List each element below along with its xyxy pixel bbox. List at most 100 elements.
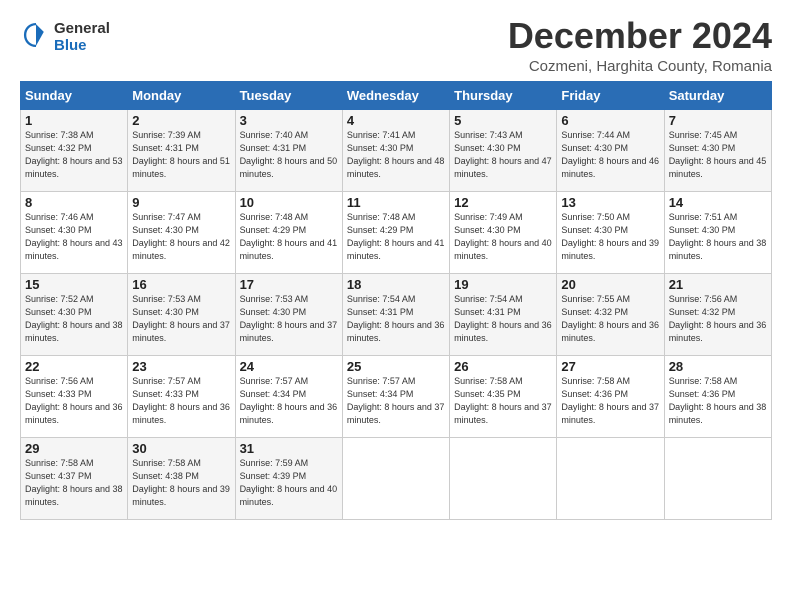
day-cell: 28 Sunrise: 7:58 AMSunset: 4:36 PMDaylig… bbox=[664, 355, 771, 437]
day-detail: Sunrise: 7:47 AMSunset: 4:30 PMDaylight:… bbox=[132, 211, 230, 263]
day-cell: 10 Sunrise: 7:48 AMSunset: 4:29 PMDaylig… bbox=[235, 191, 342, 273]
day-detail: Sunrise: 7:45 AMSunset: 4:30 PMDaylight:… bbox=[669, 129, 767, 181]
day-number: 31 bbox=[240, 441, 338, 456]
day-number: 7 bbox=[669, 113, 767, 128]
day-detail: Sunrise: 7:53 AMSunset: 4:30 PMDaylight:… bbox=[132, 293, 230, 345]
col-wednesday: Wednesday bbox=[342, 81, 449, 109]
header-row: Sunday Monday Tuesday Wednesday Thursday… bbox=[21, 81, 772, 109]
logo-icon bbox=[22, 21, 50, 49]
week-row-5: 29 Sunrise: 7:58 AMSunset: 4:37 PMDaylig… bbox=[21, 437, 772, 519]
day-detail: Sunrise: 7:53 AMSunset: 4:30 PMDaylight:… bbox=[240, 293, 338, 345]
day-cell: 25 Sunrise: 7:57 AMSunset: 4:34 PMDaylig… bbox=[342, 355, 449, 437]
day-cell: 21 Sunrise: 7:56 AMSunset: 4:32 PMDaylig… bbox=[664, 273, 771, 355]
day-detail: Sunrise: 7:57 AMSunset: 4:34 PMDaylight:… bbox=[347, 375, 445, 427]
calendar-title: December 2024 bbox=[508, 16, 772, 56]
header: General Blue December 2024 Cozmeni, Harg… bbox=[20, 16, 772, 75]
day-cell bbox=[557, 437, 664, 519]
day-cell: 24 Sunrise: 7:57 AMSunset: 4:34 PMDaylig… bbox=[235, 355, 342, 437]
col-thursday: Thursday bbox=[450, 81, 557, 109]
day-cell: 1 Sunrise: 7:38 AMSunset: 4:32 PMDayligh… bbox=[21, 109, 128, 191]
calendar-table: Sunday Monday Tuesday Wednesday Thursday… bbox=[20, 81, 772, 520]
day-detail: Sunrise: 7:57 AMSunset: 4:33 PMDaylight:… bbox=[132, 375, 230, 427]
day-cell: 19 Sunrise: 7:54 AMSunset: 4:31 PMDaylig… bbox=[450, 273, 557, 355]
day-number: 9 bbox=[132, 195, 230, 210]
day-cell: 26 Sunrise: 7:58 AMSunset: 4:35 PMDaylig… bbox=[450, 355, 557, 437]
col-tuesday: Tuesday bbox=[235, 81, 342, 109]
day-cell: 2 Sunrise: 7:39 AMSunset: 4:31 PMDayligh… bbox=[128, 109, 235, 191]
calendar-page: General Blue December 2024 Cozmeni, Harg… bbox=[0, 0, 792, 612]
day-detail: Sunrise: 7:41 AMSunset: 4:30 PMDaylight:… bbox=[347, 129, 445, 181]
day-cell: 8 Sunrise: 7:46 AMSunset: 4:30 PMDayligh… bbox=[21, 191, 128, 273]
logo-line2: Blue bbox=[54, 37, 110, 54]
day-number: 15 bbox=[25, 277, 123, 292]
day-detail: Sunrise: 7:58 AMSunset: 4:35 PMDaylight:… bbox=[454, 375, 552, 427]
day-cell: 11 Sunrise: 7:48 AMSunset: 4:29 PMDaylig… bbox=[342, 191, 449, 273]
day-cell: 12 Sunrise: 7:49 AMSunset: 4:30 PMDaylig… bbox=[450, 191, 557, 273]
day-number: 25 bbox=[347, 359, 445, 374]
day-number: 30 bbox=[132, 441, 230, 456]
day-cell: 23 Sunrise: 7:57 AMSunset: 4:33 PMDaylig… bbox=[128, 355, 235, 437]
day-number: 6 bbox=[561, 113, 659, 128]
day-number: 5 bbox=[454, 113, 552, 128]
day-number: 2 bbox=[132, 113, 230, 128]
day-detail: Sunrise: 7:54 AMSunset: 4:31 PMDaylight:… bbox=[454, 293, 552, 345]
week-row-1: 1 Sunrise: 7:38 AMSunset: 4:32 PMDayligh… bbox=[21, 109, 772, 191]
day-number: 27 bbox=[561, 359, 659, 374]
day-cell: 16 Sunrise: 7:53 AMSunset: 4:30 PMDaylig… bbox=[128, 273, 235, 355]
day-number: 21 bbox=[669, 277, 767, 292]
day-detail: Sunrise: 7:40 AMSunset: 4:31 PMDaylight:… bbox=[240, 129, 338, 181]
day-number: 22 bbox=[25, 359, 123, 374]
day-cell: 29 Sunrise: 7:58 AMSunset: 4:37 PMDaylig… bbox=[21, 437, 128, 519]
day-number: 24 bbox=[240, 359, 338, 374]
day-number: 20 bbox=[561, 277, 659, 292]
col-sunday: Sunday bbox=[21, 81, 128, 109]
day-detail: Sunrise: 7:55 AMSunset: 4:32 PMDaylight:… bbox=[561, 293, 659, 345]
day-cell: 30 Sunrise: 7:58 AMSunset: 4:38 PMDaylig… bbox=[128, 437, 235, 519]
col-monday: Monday bbox=[128, 81, 235, 109]
day-number: 8 bbox=[25, 195, 123, 210]
day-number: 3 bbox=[240, 113, 338, 128]
day-detail: Sunrise: 7:58 AMSunset: 4:36 PMDaylight:… bbox=[669, 375, 767, 427]
day-detail: Sunrise: 7:38 AMSunset: 4:32 PMDaylight:… bbox=[25, 129, 123, 181]
day-cell: 17 Sunrise: 7:53 AMSunset: 4:30 PMDaylig… bbox=[235, 273, 342, 355]
day-detail: Sunrise: 7:49 AMSunset: 4:30 PMDaylight:… bbox=[454, 211, 552, 263]
day-detail: Sunrise: 7:58 AMSunset: 4:38 PMDaylight:… bbox=[132, 457, 230, 509]
day-number: 28 bbox=[669, 359, 767, 374]
day-detail: Sunrise: 7:58 AMSunset: 4:36 PMDaylight:… bbox=[561, 375, 659, 427]
day-detail: Sunrise: 7:56 AMSunset: 4:33 PMDaylight:… bbox=[25, 375, 123, 427]
day-detail: Sunrise: 7:52 AMSunset: 4:30 PMDaylight:… bbox=[25, 293, 123, 345]
day-cell: 15 Sunrise: 7:52 AMSunset: 4:30 PMDaylig… bbox=[21, 273, 128, 355]
day-number: 12 bbox=[454, 195, 552, 210]
day-detail: Sunrise: 7:58 AMSunset: 4:37 PMDaylight:… bbox=[25, 457, 123, 509]
day-detail: Sunrise: 7:50 AMSunset: 4:30 PMDaylight:… bbox=[561, 211, 659, 263]
day-detail: Sunrise: 7:51 AMSunset: 4:30 PMDaylight:… bbox=[669, 211, 767, 263]
day-number: 4 bbox=[347, 113, 445, 128]
week-row-4: 22 Sunrise: 7:56 AMSunset: 4:33 PMDaylig… bbox=[21, 355, 772, 437]
week-row-2: 8 Sunrise: 7:46 AMSunset: 4:30 PMDayligh… bbox=[21, 191, 772, 273]
day-cell: 5 Sunrise: 7:43 AMSunset: 4:30 PMDayligh… bbox=[450, 109, 557, 191]
day-detail: Sunrise: 7:44 AMSunset: 4:30 PMDaylight:… bbox=[561, 129, 659, 181]
day-cell bbox=[342, 437, 449, 519]
day-number: 19 bbox=[454, 277, 552, 292]
day-cell: 20 Sunrise: 7:55 AMSunset: 4:32 PMDaylig… bbox=[557, 273, 664, 355]
day-number: 13 bbox=[561, 195, 659, 210]
day-cell: 14 Sunrise: 7:51 AMSunset: 4:30 PMDaylig… bbox=[664, 191, 771, 273]
day-number: 16 bbox=[132, 277, 230, 292]
day-number: 17 bbox=[240, 277, 338, 292]
day-cell bbox=[664, 437, 771, 519]
day-cell: 22 Sunrise: 7:56 AMSunset: 4:33 PMDaylig… bbox=[21, 355, 128, 437]
day-number: 26 bbox=[454, 359, 552, 374]
day-detail: Sunrise: 7:54 AMSunset: 4:31 PMDaylight:… bbox=[347, 293, 445, 345]
logo-line1: General bbox=[54, 20, 110, 37]
day-number: 11 bbox=[347, 195, 445, 210]
day-cell: 13 Sunrise: 7:50 AMSunset: 4:30 PMDaylig… bbox=[557, 191, 664, 273]
day-detail: Sunrise: 7:46 AMSunset: 4:30 PMDaylight:… bbox=[25, 211, 123, 263]
logo: General Blue bbox=[20, 20, 110, 54]
col-saturday: Saturday bbox=[664, 81, 771, 109]
day-number: 18 bbox=[347, 277, 445, 292]
day-cell: 9 Sunrise: 7:47 AMSunset: 4:30 PMDayligh… bbox=[128, 191, 235, 273]
day-detail: Sunrise: 7:39 AMSunset: 4:31 PMDaylight:… bbox=[132, 129, 230, 181]
day-number: 1 bbox=[25, 113, 123, 128]
calendar-subtitle: Cozmeni, Harghita County, Romania bbox=[508, 58, 772, 75]
day-detail: Sunrise: 7:57 AMSunset: 4:34 PMDaylight:… bbox=[240, 375, 338, 427]
